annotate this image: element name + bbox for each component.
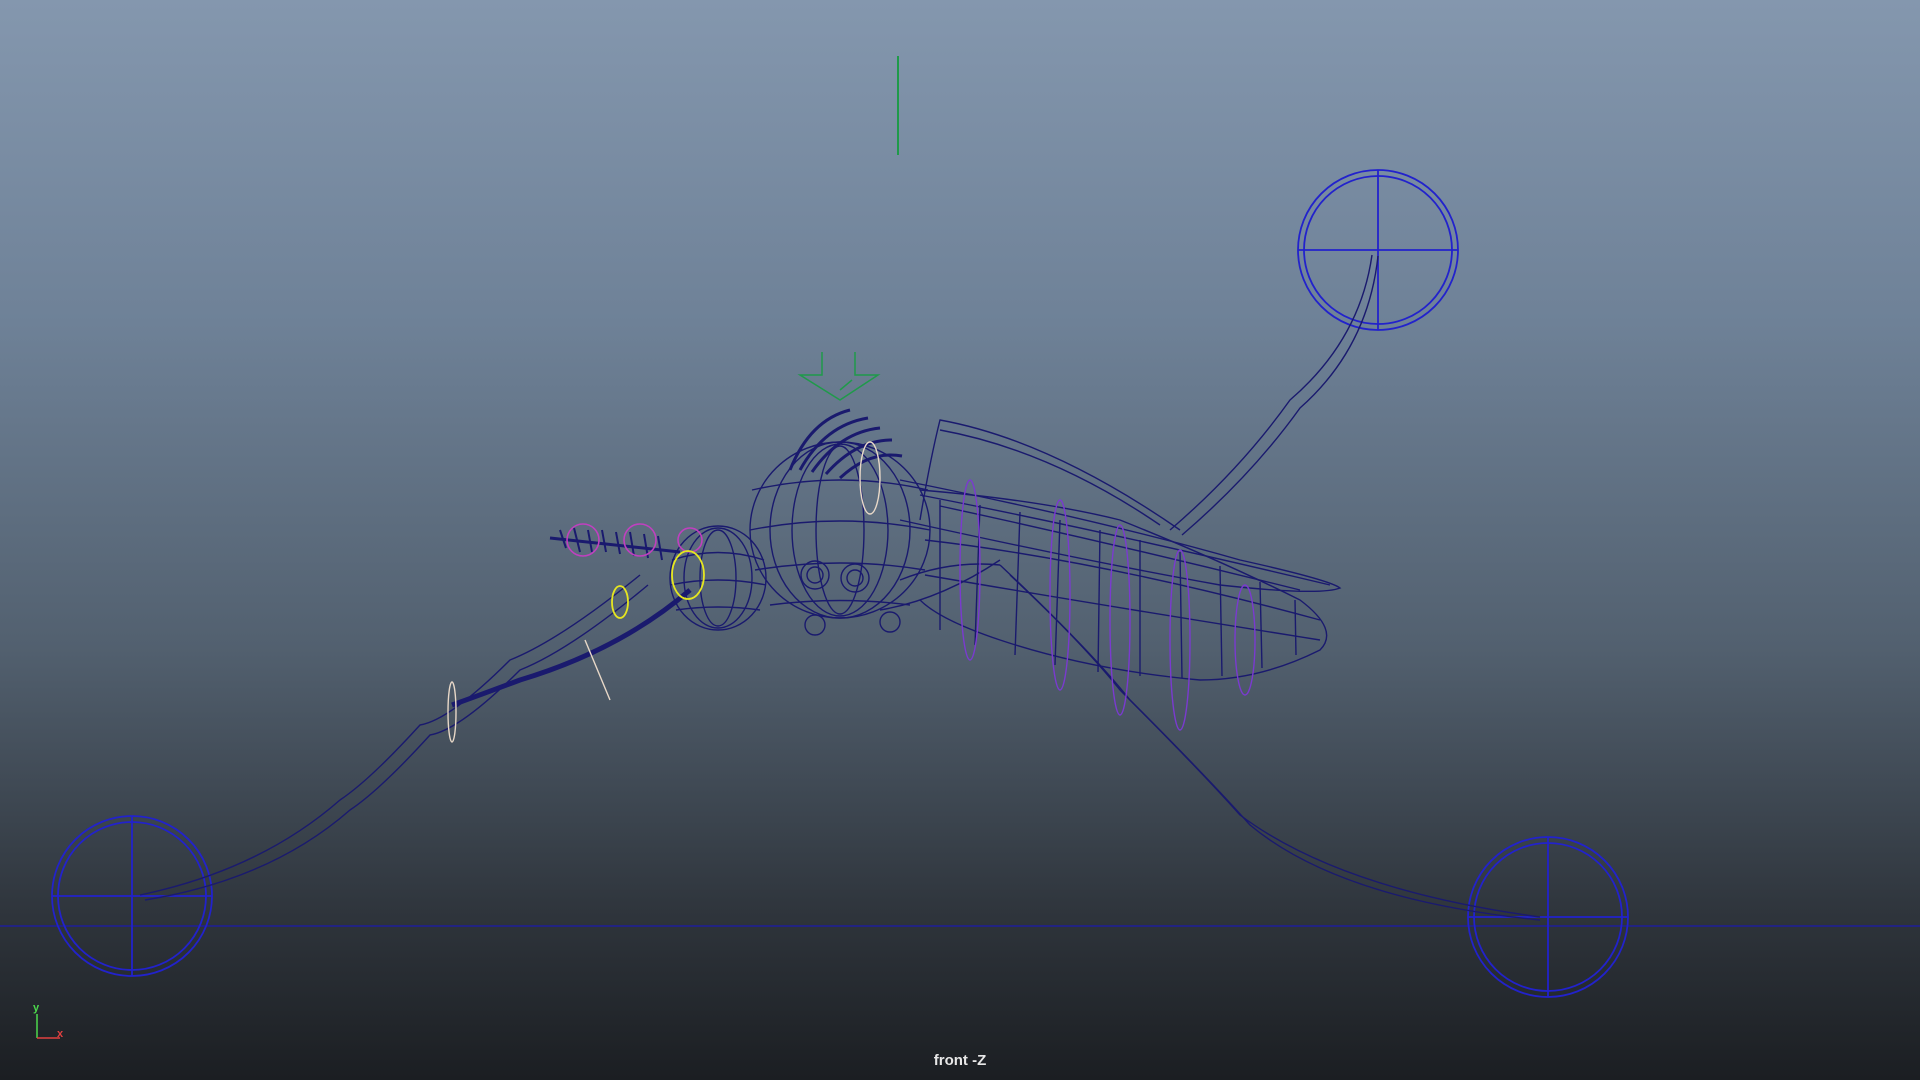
antenna-controls[interactable] bbox=[566, 523, 703, 557]
joint-controls[interactable] bbox=[447, 441, 881, 743]
foot-controller-left[interactable] bbox=[51, 815, 213, 977]
camera-label: front -Z bbox=[933, 1052, 987, 1069]
mosquito-mesh[interactable] bbox=[139, 254, 1541, 921]
axis-x-label: x bbox=[57, 1028, 64, 1040]
axis-gizmo-icon: y x bbox=[30, 1002, 70, 1046]
viewport-front[interactable]: y x front -Z bbox=[0, 0, 1920, 1080]
axis-y-label: y bbox=[33, 1002, 40, 1014]
foot-controller-right[interactable] bbox=[1467, 836, 1629, 998]
circle-crosshair-icon[interactable] bbox=[1297, 169, 1459, 331]
scene-canvas[interactable] bbox=[0, 0, 1920, 1080]
arrow-locator-icon[interactable] bbox=[797, 352, 881, 401]
